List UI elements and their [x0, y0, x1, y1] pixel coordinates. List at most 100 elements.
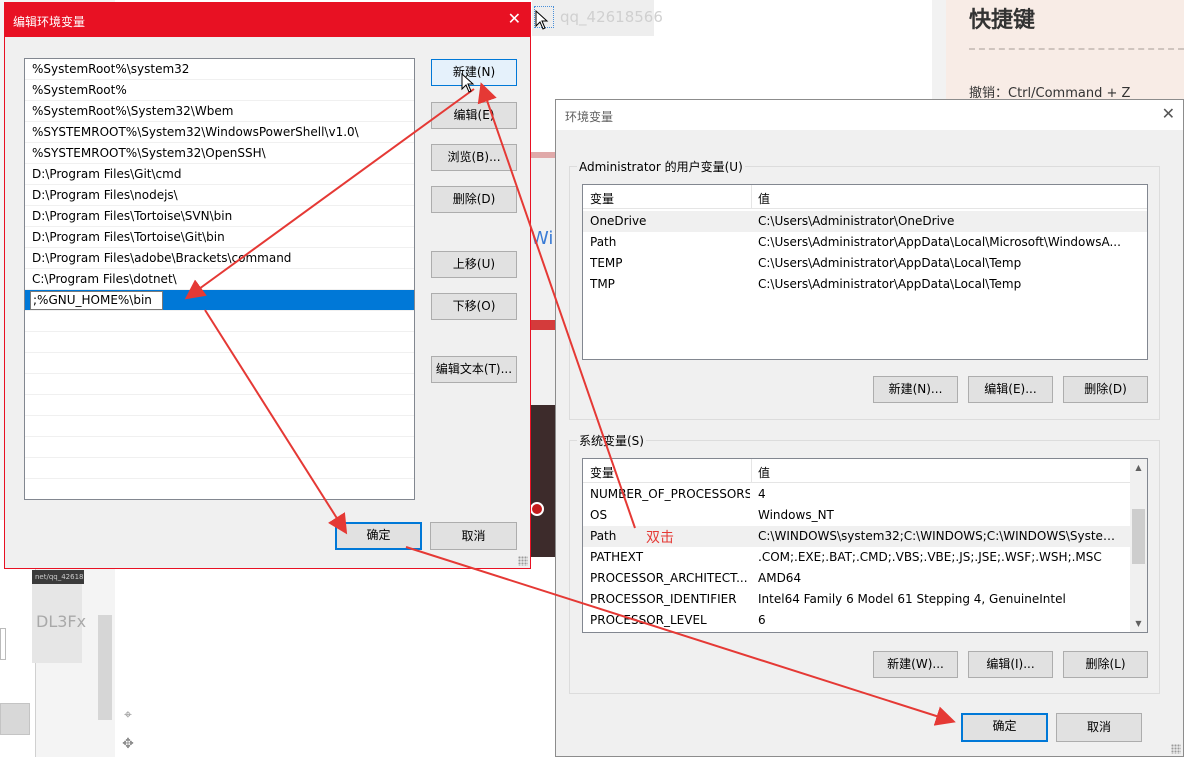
list-item[interactable]: D:\Program Files\adobe\Brackets\command [25, 248, 414, 269]
variable-value: 6 [758, 613, 766, 627]
scroll-down-icon[interactable]: ▼ [1130, 615, 1147, 632]
table-row[interactable]: Path C:\Users\Administrator\AppData\Loca… [583, 232, 1147, 253]
table-row[interactable]: PROCESSOR_ARCHITECT... AMD64 [583, 568, 1147, 589]
variable-name: PATHEXT [590, 550, 644, 564]
close-icon[interactable]: ✕ [1162, 106, 1175, 122]
variable-value: C:\Users\Administrator\AppData\Local\Tem… [758, 256, 1022, 270]
variable-value: C:\WINDOWS\system32;C:\WINDOWS;C:\WINDOW… [758, 529, 1123, 543]
env-titlebar[interactable]: 环境变量 ✕ [556, 100, 1183, 130]
table-row[interactable]: PROCESSOR_LEVEL 6 [583, 610, 1147, 631]
table-row[interactable]: OneDrive C:\Users\Administrator\OneDrive [583, 211, 1147, 232]
move-icon[interactable]: ✥ [120, 736, 136, 752]
list-item [25, 311, 414, 332]
browse-button[interactable]: 浏览(B)... [431, 144, 517, 171]
background-left-button[interactable] [0, 703, 30, 735]
record-icon [530, 502, 544, 516]
variable-name: Path [590, 235, 617, 249]
edit-environment-variable-dialog: 编辑环境变量 ✕ %SystemRoot%\system32 %SystemRo… [4, 2, 531, 569]
edit-button[interactable]: 编辑(E) [431, 102, 517, 129]
background-middle-accent [530, 152, 556, 158]
path-edit-input[interactable]: ;%GNU_HOME%\bin [30, 291, 163, 310]
table-row[interactable]: PATHEXT .COM;.EXE;.BAT;.CMD;.VBS;.VBE;.J… [583, 547, 1147, 568]
background-scrollbar[interactable] [98, 615, 112, 720]
column-value[interactable]: 值 [758, 464, 770, 481]
list-header: 变量 值 [583, 185, 1147, 209]
environment-variables-dialog: 环境变量 ✕ Administrator 的用户变量(U) 变量 值 OneDr… [555, 99, 1184, 757]
variable-value: C:\Users\Administrator\OneDrive [758, 214, 955, 228]
list-item[interactable]: D:\Program Files\nodejs\ [25, 185, 414, 206]
shortcut-title: 快捷键 [969, 8, 1036, 33]
table-row[interactable]: TMP C:\Users\Administrator\AppData\Local… [583, 274, 1147, 295]
system-new-button[interactable]: 新建(W)... [873, 651, 958, 678]
user-new-button[interactable]: 新建(N)... [873, 376, 958, 403]
path-list[interactable]: %SystemRoot%\system32 %SystemRoot% %Syst… [24, 58, 415, 500]
env-title: 环境变量 [565, 110, 614, 124]
variable-name: TEMP [590, 256, 623, 270]
resize-grip[interactable] [518, 556, 528, 566]
column-value[interactable]: 值 [758, 190, 770, 207]
target-icon[interactable]: ⌖ [120, 707, 136, 723]
list-item[interactable]: %SYSTEMROOT%\System32\WindowsPowerShell\… [25, 122, 414, 143]
env-cancel-button[interactable]: 取消 [1056, 713, 1142, 742]
env-ok-button[interactable]: 确定 [961, 713, 1048, 742]
list-item [25, 416, 414, 437]
system-delete-button[interactable]: 删除(L) [1063, 651, 1148, 678]
user-edit-button[interactable]: 编辑(E)... [968, 376, 1053, 403]
variable-name: PROCESSOR_IDENTIFIER [590, 592, 737, 606]
variable-name: OneDrive [590, 214, 647, 228]
list-item[interactable]: %SYSTEMROOT%\System32\OpenSSH\ [25, 143, 414, 164]
edit-title: 编辑环境变量 [13, 15, 86, 29]
system-edit-button[interactable]: 编辑(I)... [968, 651, 1053, 678]
background-watermark-chip: net/qq_42618566 [32, 570, 84, 584]
list-item[interactable]: %SystemRoot%\system32 [25, 59, 414, 80]
scroll-thumb[interactable] [1132, 509, 1145, 564]
close-icon[interactable]: ✕ [508, 11, 521, 27]
column-variable[interactable]: 变量 [590, 464, 614, 481]
list-item[interactable]: %SystemRoot% [25, 80, 414, 101]
table-row[interactable]: OS Windows_NT [583, 505, 1147, 526]
list-item [25, 458, 414, 479]
variable-value: C:\Users\Administrator\AppData\Local\Mic… [758, 235, 1121, 249]
variable-value: AMD64 [758, 571, 802, 585]
background-middle-image [530, 405, 556, 557]
variable-value: Intel64 Family 6 Model 61 Stepping 4, Ge… [758, 592, 1066, 606]
variable-name: TMP [590, 277, 615, 291]
resize-grip[interactable] [1171, 744, 1181, 754]
delete-button[interactable]: 删除(D) [431, 186, 517, 213]
edit-text-button[interactable]: 编辑文本(T)... [431, 356, 517, 383]
list-header: 变量 值 [583, 459, 1147, 483]
user-variables-group: Administrator 的用户变量(U) 变量 值 OneDrive C:\… [569, 158, 1160, 420]
list-item[interactable]: %SystemRoot%\System32\Wbem [25, 101, 414, 122]
list-item [25, 332, 414, 353]
user-variables-list[interactable]: 变量 值 OneDrive C:\Users\Administrator\One… [582, 184, 1148, 360]
user-variables-label: Administrator 的用户变量(U) [577, 158, 745, 175]
edit-ok-button[interactable]: 确定 [335, 522, 422, 550]
list-item[interactable]: D:\Program Files\Tortoise\SVN\bin [25, 206, 414, 227]
scroll-up-icon[interactable]: ▲ [1130, 459, 1147, 476]
variable-value: Windows_NT [758, 508, 834, 522]
variable-name: OS [590, 508, 608, 522]
list-item [25, 353, 414, 374]
table-row[interactable]: NUMBER_OF_PROCESSORS 4 [583, 484, 1147, 505]
table-row[interactable]: TEMP C:\Users\Administrator\AppData\Loca… [583, 253, 1147, 274]
mouse-cursor-icon [535, 10, 549, 30]
edit-titlebar[interactable]: 编辑环境变量 ✕ [5, 3, 530, 37]
list-item[interactable]: C:\Program Files\dotnet\ [25, 269, 414, 290]
move-down-button[interactable]: 下移(O) [431, 293, 517, 320]
variable-value: 4 [758, 487, 766, 501]
system-variables-group: 系统变量(S) 变量 值 NUMBER_OF_PROCESSORS 4 OS W… [569, 432, 1160, 694]
column-variable[interactable]: 变量 [590, 190, 614, 207]
list-item [25, 374, 414, 395]
variable-value: C:\Users\Administrator\AppData\Local\Tem… [758, 277, 1022, 291]
user-delete-button[interactable]: 删除(D) [1063, 376, 1148, 403]
table-row[interactable]: PROCESSOR_IDENTIFIER Intel64 Family 6 Mo… [583, 589, 1147, 610]
system-list-scrollbar[interactable]: ▲ ▼ [1130, 459, 1147, 632]
list-item[interactable]: D:\Program Files\Tortoise\Git\bin [25, 227, 414, 248]
move-up-button[interactable]: 上移(U) [431, 251, 517, 278]
double-click-annotation: 双击 [646, 530, 674, 546]
shortcut-divider [969, 48, 1184, 50]
background-left-control [0, 628, 6, 660]
list-item-editing[interactable]: ;%GNU_HOME%\bin [25, 290, 414, 311]
edit-cancel-button[interactable]: 取消 [430, 522, 517, 550]
list-item[interactable]: D:\Program Files\Git\cmd [25, 164, 414, 185]
